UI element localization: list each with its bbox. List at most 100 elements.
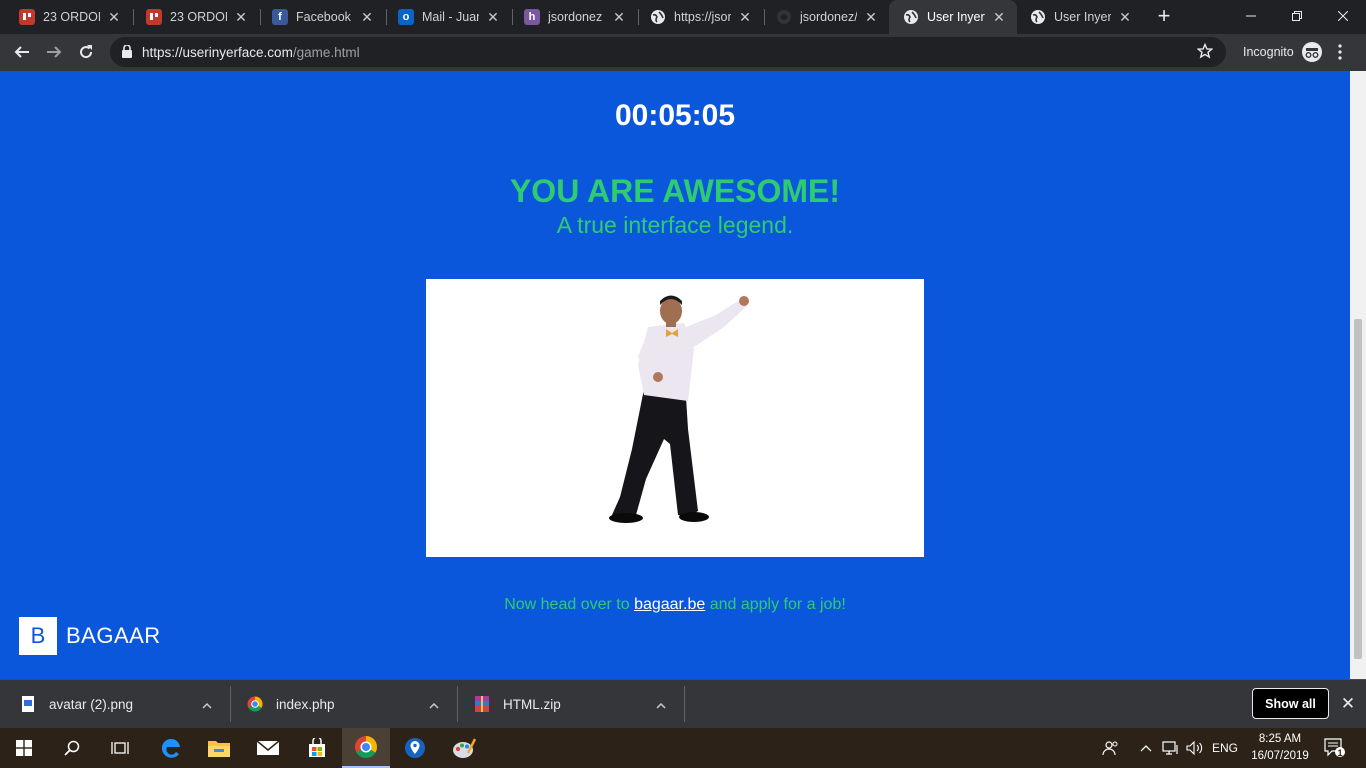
tab-5[interactable]: h jsordonez - ✕ (505, 0, 637, 34)
close-tab-icon[interactable]: ✕ (611, 9, 627, 25)
notification-count: 1 (1337, 748, 1343, 758)
close-download-bar-icon[interactable]: ✕ (1338, 694, 1358, 714)
close-tab-icon[interactable]: ✕ (737, 9, 753, 25)
chevron-up-icon[interactable] (656, 697, 666, 712)
file-explorer-icon[interactable] (195, 728, 243, 768)
bagaar-logo[interactable]: B BAGAAR (19, 617, 161, 655)
chrome-file-icon (247, 696, 263, 712)
page-content: 00:05:05 YOU ARE AWESOME! A true interfa… (0, 71, 1350, 679)
close-tab-icon[interactable]: ✕ (106, 9, 122, 25)
trello-icon (19, 9, 35, 25)
tab-strip: 23 ORDOÑE ✕ 23 ORDOÑE ✕ f Facebook ✕ o M… (0, 0, 1366, 34)
outlook-icon: o (398, 9, 414, 25)
tab-title: User Inyerfa (927, 10, 985, 24)
tab-2[interactable]: 23 ORDOÑE ✕ (127, 0, 259, 34)
congrats-subline: A true interface legend. (556, 212, 794, 238)
download-bar: avatar (2).png index.php HTML.zip Show a… (0, 679, 1366, 728)
logo-wordmark: BAGAAR (66, 623, 161, 648)
chevron-up-icon[interactable] (1140, 728, 1152, 768)
people-icon[interactable] (1102, 728, 1118, 768)
tab-9[interactable]: User Inyerfa ✕ (1011, 0, 1143, 34)
tab-4[interactable]: o Mail - Juan ✕ (379, 0, 511, 34)
show-all-button[interactable]: Show all (1252, 688, 1329, 719)
close-tab-icon[interactable]: ✕ (991, 9, 1007, 25)
chevron-up-icon[interactable] (429, 697, 439, 712)
tab-title: jsordonez - (548, 10, 605, 24)
close-tab-icon[interactable]: ✕ (359, 9, 375, 25)
congrats-headline: YOU ARE AWESOME! (509, 173, 841, 209)
cta-prefix: Now head over to (504, 596, 630, 613)
download-filename: index.php (276, 696, 335, 712)
chrome-taskbar-icon[interactable] (342, 728, 390, 768)
download-item[interactable]: HTML.zip (474, 680, 682, 728)
vertical-scrollbar[interactable] (1350, 71, 1366, 679)
incognito-label: Incognito (1243, 45, 1294, 59)
restore-icon[interactable] (1274, 0, 1320, 32)
minimize-icon[interactable] (1228, 0, 1274, 32)
download-filename: avatar (2).png (49, 696, 134, 712)
new-tab-icon[interactable]: + (1152, 5, 1176, 29)
bookmark-star-icon[interactable] (1196, 42, 1214, 64)
menu-dots-icon[interactable] (1338, 44, 1342, 65)
edge-browser-icon[interactable] (147, 728, 195, 768)
close-tab-icon[interactable]: ✕ (233, 9, 249, 25)
close-tab-icon[interactable]: ✕ (485, 9, 501, 25)
dancing-man-gif (426, 279, 924, 557)
download-item[interactable]: index.php (247, 680, 455, 728)
tab-7[interactable]: jsordonez/l ✕ (757, 0, 889, 34)
notification-center-icon[interactable]: 1 (1324, 728, 1346, 768)
lock-icon (122, 44, 132, 63)
windows-start-icon[interactable] (0, 728, 48, 768)
tab-8-active[interactable]: User Inyerfa ✕ (889, 0, 1017, 34)
download-filename: HTML.zip (503, 696, 561, 712)
globe-icon (903, 9, 919, 25)
paint-icon[interactable] (440, 728, 488, 768)
scrollbar-thumb[interactable] (1354, 319, 1362, 659)
task-view-icon[interactable] (96, 728, 144, 768)
heroku-icon: h (524, 9, 540, 25)
language-indicator[interactable]: ENG (1212, 728, 1238, 768)
tab-1[interactable]: 23 ORDOÑE ✕ (0, 0, 132, 34)
close-window-icon[interactable] (1320, 0, 1366, 32)
tab-title: jsordonez/l (800, 10, 857, 24)
close-tab-icon[interactable]: ✕ (863, 9, 879, 25)
volume-icon[interactable] (1186, 728, 1204, 768)
facebook-icon: f (272, 9, 288, 25)
tab-title: User Inyerfa (1054, 10, 1111, 24)
url-text: https://userinyerface.com/game.html (142, 45, 360, 60)
zip-file-icon (474, 696, 490, 712)
tab-title: Mail - Juan (422, 10, 479, 24)
bagaar-link[interactable]: bagaar.be (634, 596, 705, 613)
tab-3[interactable]: f Facebook ✕ (253, 0, 385, 34)
cta-suffix: and apply for a job! (709, 596, 846, 613)
game-timer: 00:05:05 (614, 99, 736, 132)
github-icon (776, 9, 792, 25)
tab-title: https://jsor (674, 10, 731, 24)
globe-icon (1030, 9, 1046, 25)
search-icon[interactable] (48, 728, 96, 768)
trello-icon (146, 9, 162, 25)
address-bar[interactable]: https://userinyerface.com/game.html (110, 37, 1226, 67)
close-tab-icon[interactable]: ✕ (1117, 9, 1133, 25)
browser-toolbar: https://userinyerface.com/game.html Inco… (0, 34, 1366, 71)
reload-icon[interactable] (72, 38, 100, 66)
mail-icon[interactable] (244, 728, 292, 768)
back-arrow-icon[interactable] (8, 38, 36, 66)
windows-taskbar: ENG 8:25 AM 16/07/2019 1 (0, 728, 1366, 768)
chevron-up-icon[interactable] (202, 697, 212, 712)
logo-letter: B (19, 617, 57, 655)
image-file-icon (20, 696, 36, 712)
incognito-icon[interactable] (1301, 41, 1323, 68)
globe-icon (650, 9, 666, 25)
download-item[interactable]: avatar (2).png (20, 680, 228, 728)
tab-title: 23 ORDOÑE (43, 10, 100, 24)
tab-6[interactable]: https://jsor ✕ (631, 0, 763, 34)
tab-title: Facebook (296, 10, 351, 24)
store-icon[interactable] (293, 728, 341, 768)
forward-arrow-icon[interactable] (40, 38, 68, 66)
clock-time: 8:25 AM (1258, 733, 1302, 745)
maps-pin-icon[interactable] (391, 728, 439, 768)
system-clock[interactable]: 8:25 AM 16/07/2019 (1244, 731, 1316, 765)
clock-date: 16/07/2019 (1251, 750, 1309, 762)
network-icon[interactable] (1162, 728, 1180, 768)
